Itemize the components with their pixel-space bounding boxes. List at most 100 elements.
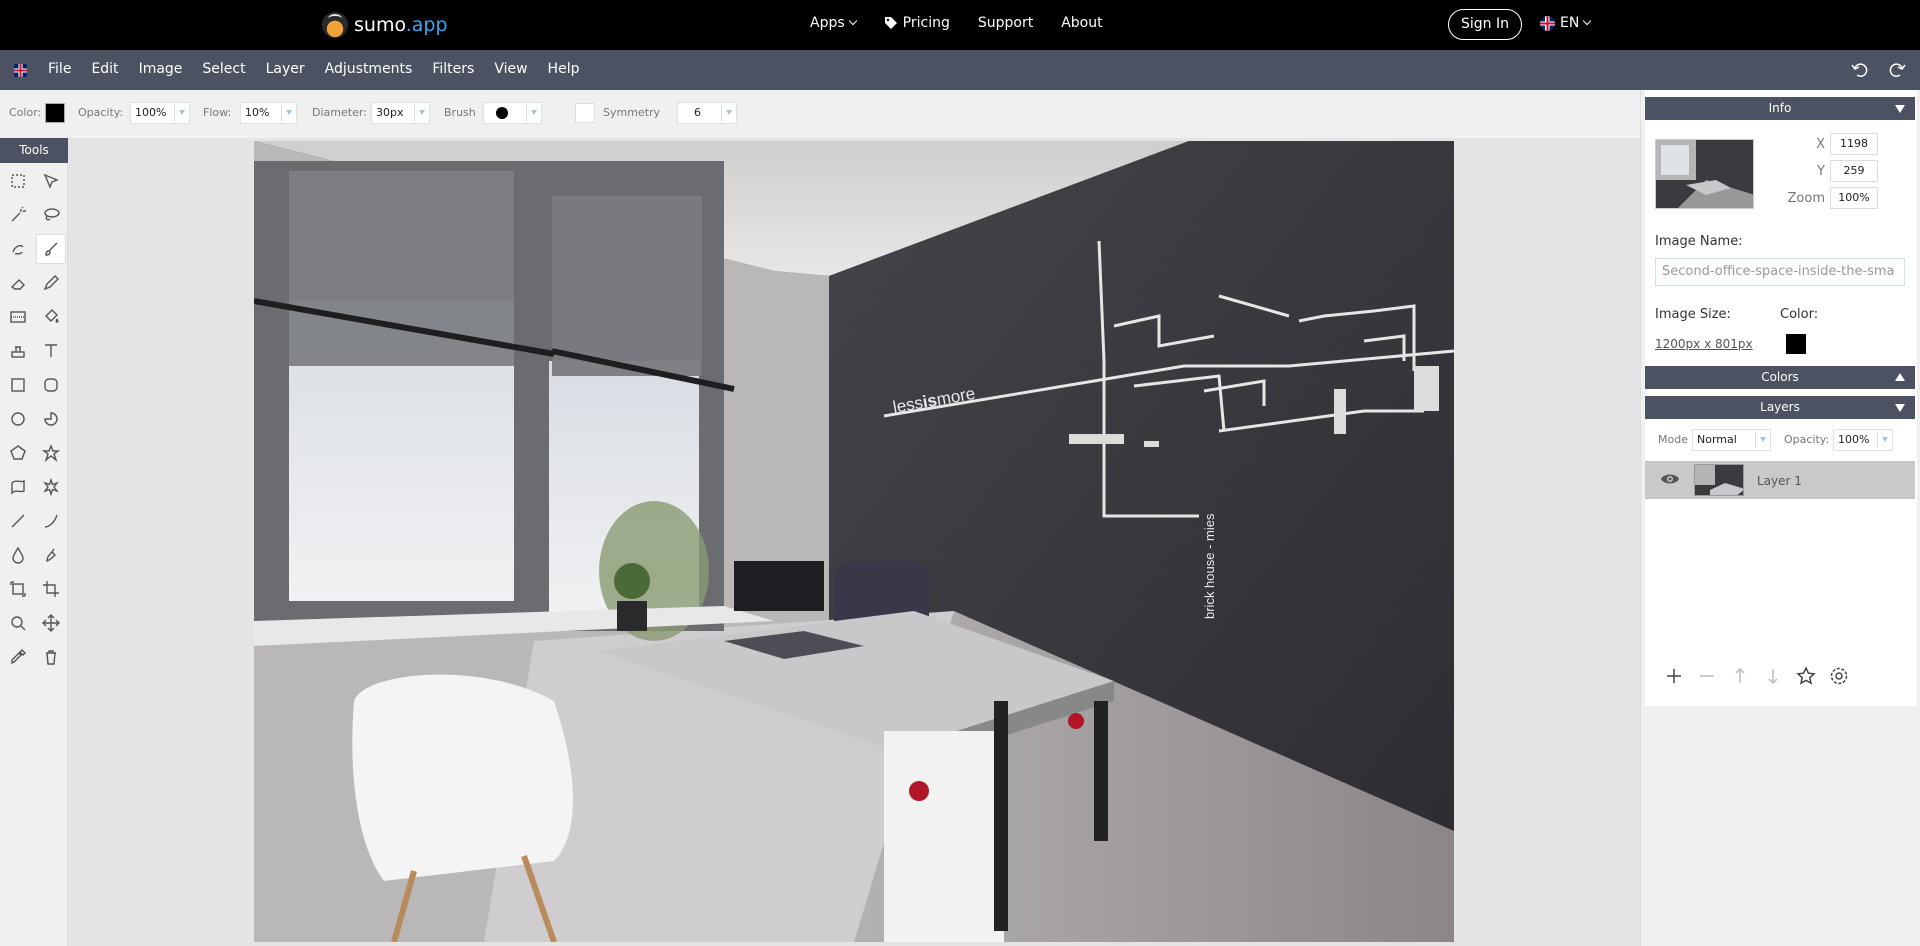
opacity-label: Opacity: (78, 106, 124, 119)
eye-icon[interactable] (1660, 472, 1680, 486)
brush-tool[interactable] (36, 234, 66, 264)
nav-about[interactable]: About (1061, 15, 1102, 31)
ellipse-tool[interactable] (3, 404, 33, 434)
chevron-down-icon (1583, 16, 1592, 26)
plus-icon (1667, 669, 1681, 683)
opacity-dropdown[interactable]: 100% (130, 102, 190, 124)
magic-wand-tool[interactable] (3, 200, 33, 230)
sparkle-shape-tool[interactable] (36, 472, 66, 502)
menu-filters[interactable]: Filters (432, 61, 474, 77)
custom-shape-tool[interactable] (3, 472, 33, 502)
stamp-tool[interactable] (3, 336, 33, 366)
color-label: Color: (9, 106, 42, 119)
diameter-value: 30px (376, 106, 404, 119)
layers-panel-header[interactable]: Layers (1645, 396, 1915, 419)
rounded-rect-icon (44, 378, 58, 392)
fill-bucket-tool[interactable] (36, 302, 66, 332)
sign-in-button[interactable]: Sign In (1448, 9, 1522, 40)
rectangle-tool[interactable] (3, 370, 33, 400)
undo-icon[interactable] (1851, 61, 1869, 79)
diameter-label: Diameter: (312, 106, 367, 119)
menu-layer[interactable]: Layer (266, 61, 305, 77)
star-tool[interactable] (36, 438, 66, 468)
menu-help[interactable]: Help (548, 61, 580, 77)
flow-dropdown[interactable]: 10% (240, 102, 297, 124)
menu-view[interactable]: View (494, 61, 527, 77)
layer-opacity-label: Opacity: (1784, 433, 1830, 446)
layer-effects-button[interactable] (1794, 664, 1818, 688)
gradient-tool[interactable] (3, 302, 33, 332)
language-selector[interactable]: EN (1540, 15, 1592, 31)
thumbnail-image (1656, 140, 1753, 208)
uk-flag-icon[interactable] (14, 64, 27, 77)
x-coordinate: 1198 (1830, 133, 1878, 155)
menu-image[interactable]: Image (139, 61, 183, 77)
pointer-icon (43, 173, 59, 189)
line-tool[interactable] (3, 506, 33, 536)
curve-tool[interactable] (36, 506, 66, 536)
flow-value: 10% (245, 106, 270, 119)
ellipse-icon (11, 412, 25, 426)
polygon-tool[interactable] (3, 438, 33, 468)
crop-tool[interactable] (36, 574, 66, 604)
menu-file[interactable]: File (48, 61, 71, 77)
image-color-swatch[interactable] (1786, 334, 1806, 354)
smudge-tool[interactable] (36, 540, 66, 570)
eyedropper-tool[interactable] (3, 642, 33, 672)
dropdown-arrow-icon (419, 110, 425, 115)
symmetry-checkbox[interactable] (575, 103, 595, 123)
blend-mode-dropdown[interactable]: Normal (1692, 429, 1771, 451)
zoom-tool[interactable] (3, 608, 33, 638)
menu-adjustments[interactable]: Adjustments (325, 61, 413, 77)
remove-layer-button[interactable] (1695, 664, 1719, 688)
zoom-value[interactable]: 100% (1830, 187, 1878, 209)
rect-select-tool[interactable] (3, 166, 33, 196)
pencil-tool[interactable] (36, 268, 66, 298)
move-layer-down-button[interactable] (1761, 664, 1785, 688)
x-label: X (1816, 137, 1825, 152)
image-size-link[interactable]: 1200px x 801px (1655, 337, 1753, 351)
add-layer-button[interactable] (1662, 664, 1686, 688)
lasso-tool[interactable] (36, 200, 66, 230)
eraser-tool[interactable] (3, 268, 33, 298)
rounded-rect-tool[interactable] (36, 370, 66, 400)
layer-thumbnail (1694, 464, 1744, 496)
brush-color-swatch[interactable] (45, 103, 65, 123)
colors-panel-header[interactable]: Colors (1645, 366, 1915, 389)
text-tool[interactable] (36, 336, 66, 366)
diameter-dropdown[interactable]: 30px (371, 102, 430, 124)
transform-tool[interactable] (3, 574, 33, 604)
zoom-label: Zoom (1787, 191, 1825, 206)
logo-brand: sumo (354, 14, 406, 36)
brush-shape-dropdown[interactable] (483, 102, 542, 124)
symmetry-value: 6 (694, 106, 701, 119)
tag-icon (884, 17, 897, 29)
pie-shape-tool[interactable] (36, 404, 66, 434)
rect-select-icon (11, 174, 25, 188)
nav-support[interactable]: Support (978, 15, 1033, 31)
quick-select-tool[interactable] (3, 234, 33, 264)
info-panel-header[interactable]: Info (1645, 97, 1915, 120)
menu-select[interactable]: Select (202, 61, 245, 77)
layer-thumbnail-image (1695, 465, 1743, 495)
pointer-tool[interactable] (36, 166, 66, 196)
blend-mode-value: Normal (1697, 433, 1737, 446)
move-layer-up-button[interactable] (1728, 664, 1752, 688)
opacity-value: 100% (135, 106, 167, 119)
move-tool[interactable] (36, 608, 66, 638)
layer-opacity-dropdown[interactable]: 100% (1833, 429, 1893, 451)
logo[interactable]: sumo.app (322, 12, 448, 38)
redo-icon[interactable] (1888, 61, 1906, 79)
image-canvas[interactable]: lessismore brick house - mies (254, 141, 1454, 942)
blur-drop-tool[interactable] (3, 540, 33, 570)
trash-tool[interactable] (36, 642, 66, 672)
layer-settings-button[interactable] (1827, 664, 1851, 688)
nav-pricing[interactable]: Pricing (884, 15, 950, 31)
menu-edit[interactable]: Edit (91, 61, 118, 77)
symmetry-dropdown[interactable]: 6 (677, 102, 737, 124)
nav-apps[interactable]: Apps (810, 15, 857, 31)
room-photo: lessismore brick house - mies (254, 141, 1454, 942)
app-menubar: File Edit Image Select Layer Adjustments… (0, 50, 1920, 90)
layer-opacity-value: 100% (1838, 433, 1870, 446)
image-name-input[interactable]: Second-office-space-inside-the-sma (1655, 258, 1905, 286)
